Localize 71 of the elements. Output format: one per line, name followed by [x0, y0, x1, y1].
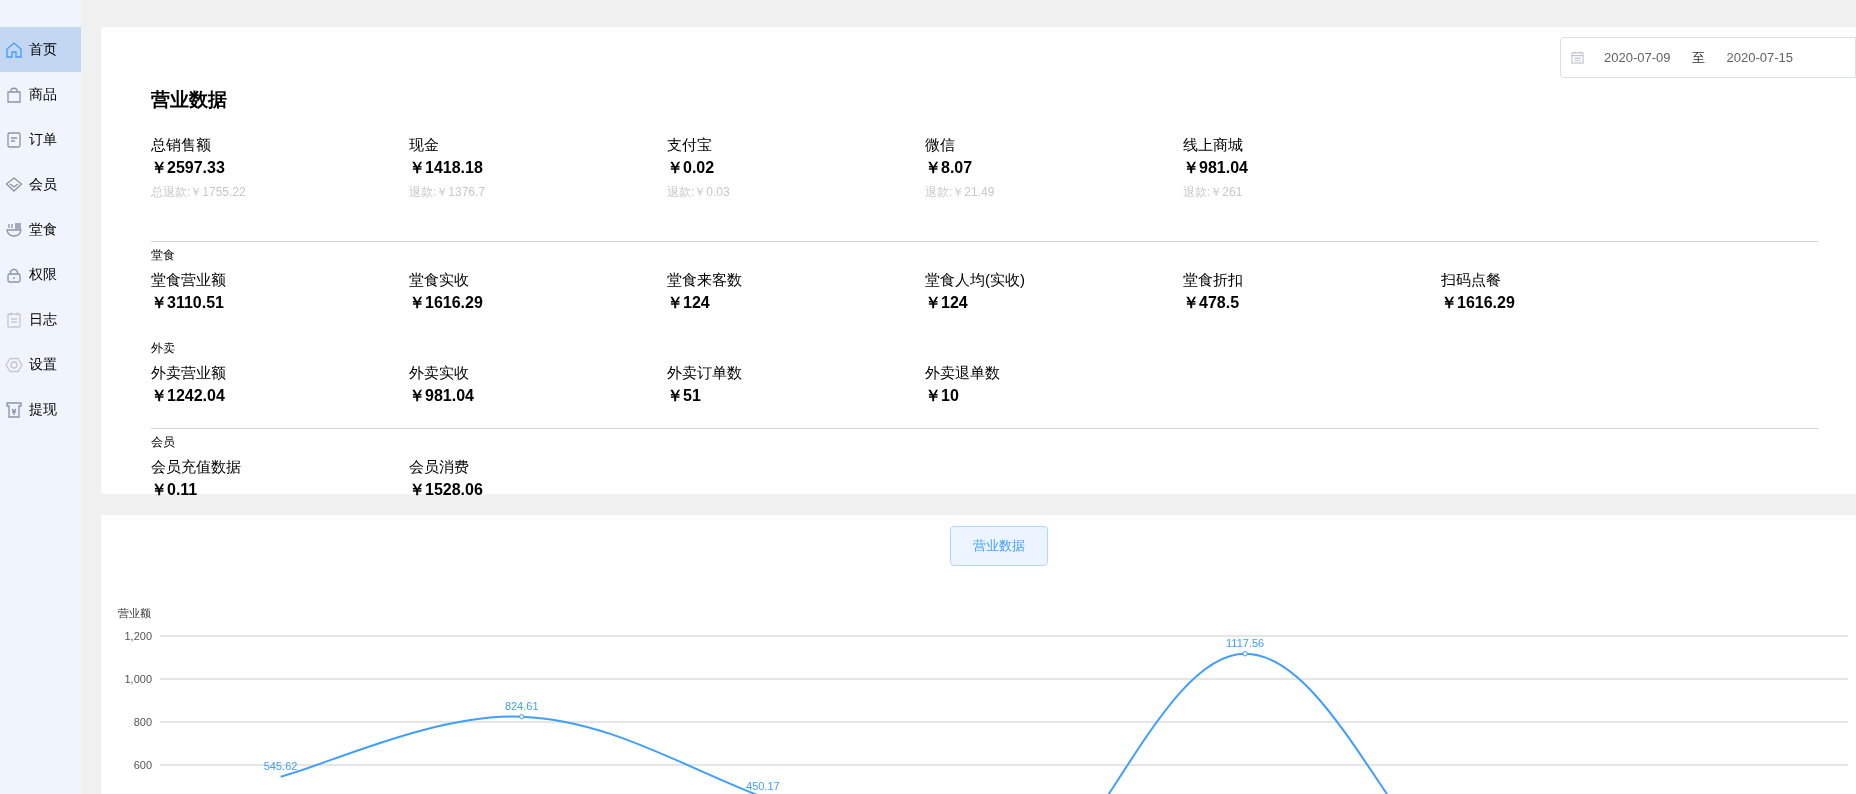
y-axis-title: 营业额	[118, 607, 151, 619]
data-label: 545.62	[263, 759, 298, 772]
metric-label: 外卖实收	[409, 363, 470, 383]
metric-value: ￥1418.18	[409, 158, 484, 178]
metric-value: ￥10	[925, 386, 960, 406]
metric-value: ￥1528.06	[409, 480, 484, 500]
metric-value: ￥2597.33	[151, 158, 226, 178]
data-label: 824.61	[504, 699, 539, 712]
sidebar-item[interactable]: 提现	[0, 387, 81, 432]
sidebar-item[interactable]: 订单	[0, 117, 81, 162]
metric-label: 支付宝	[667, 135, 713, 155]
calendar-icon	[5, 310, 23, 329]
metric-value: ￥981.04	[409, 386, 475, 406]
sidebar-item[interactable]: 设置	[0, 342, 81, 387]
metric-label: 会员消费	[409, 457, 470, 477]
metric-value: ￥124	[667, 293, 711, 313]
sidebar-item[interactable]: 会员	[0, 162, 81, 207]
diamond-icon	[5, 175, 23, 194]
metric-label: 微信	[925, 135, 956, 155]
range-separator: 至	[1691, 48, 1705, 67]
section-label: 堂食	[151, 247, 176, 263]
metric-label: 总销售额	[151, 135, 212, 155]
metric-label: 扫码点餐	[1441, 270, 1502, 290]
metric-value: ￥1616.29	[409, 293, 484, 313]
metric-label: 堂食折扣	[1183, 270, 1244, 290]
y-tick-label: 1,200	[124, 630, 152, 642]
start-date: 2020-07-09	[1604, 48, 1671, 67]
end-date: 2020-07-15	[1726, 48, 1793, 67]
calendar-icon	[1571, 51, 1584, 64]
metric-label: 外卖订单数	[667, 363, 743, 383]
metric-value: ￥8.07	[925, 158, 974, 178]
sidebar-item[interactable]: 日志	[0, 297, 81, 342]
y-tick-label: 600	[133, 759, 152, 771]
section-label: 会员	[151, 434, 176, 450]
sidebar-item[interactable]: 商品	[0, 72, 81, 117]
metric-value: ￥51	[667, 386, 702, 406]
metric-value: ￥0.11	[151, 480, 199, 500]
hexagon-icon	[5, 355, 23, 374]
metric-label: 外卖营业额	[151, 363, 227, 383]
metric-label: 堂食人均(实收)	[925, 270, 1026, 290]
section-title: 营业数据	[151, 88, 228, 112]
data-label: 1117.56	[1226, 636, 1265, 649]
metric-label: 会员充值数据	[151, 457, 242, 477]
bowl-icon	[5, 220, 23, 239]
sidebar-item[interactable]: 堂食	[0, 207, 81, 252]
cash-drawer-icon	[5, 400, 23, 419]
date-range-picker[interactable]: 2020-07-09 至 2020-07-15	[1560, 37, 1856, 78]
metric-label: 外卖退单数	[925, 363, 1001, 383]
document-icon	[5, 130, 23, 149]
metric-value: ￥0.02	[667, 158, 716, 178]
y-tick-label: 1,000	[124, 673, 152, 685]
metric-label: 堂食来客数	[667, 270, 743, 290]
sidebar-item[interactable]: 权限	[0, 252, 81, 297]
section-label: 外卖	[151, 340, 176, 356]
metric-value: ￥1616.29	[1441, 293, 1516, 313]
metric-label: 线上商城	[1183, 135, 1244, 155]
data-point	[519, 714, 525, 720]
metric-value: ￥1242.04	[151, 386, 226, 406]
metric-value: ￥124	[925, 293, 969, 313]
data-point	[1242, 651, 1248, 657]
y-tick-label: 800	[133, 716, 152, 728]
metric-label: 现金	[409, 135, 440, 155]
home-icon	[5, 40, 23, 59]
metric-value: ￥981.04	[1183, 158, 1249, 178]
metric-value: ￥3110.51	[151, 293, 225, 313]
sidebar-item[interactable]: 首页	[0, 27, 81, 72]
metric-label: 堂食营业额	[151, 270, 227, 290]
metric-value: ￥478.5	[1183, 293, 1241, 313]
metric-label: 堂食实收	[409, 270, 470, 290]
bag-icon	[5, 85, 23, 104]
data-label: 450.17	[746, 780, 780, 793]
